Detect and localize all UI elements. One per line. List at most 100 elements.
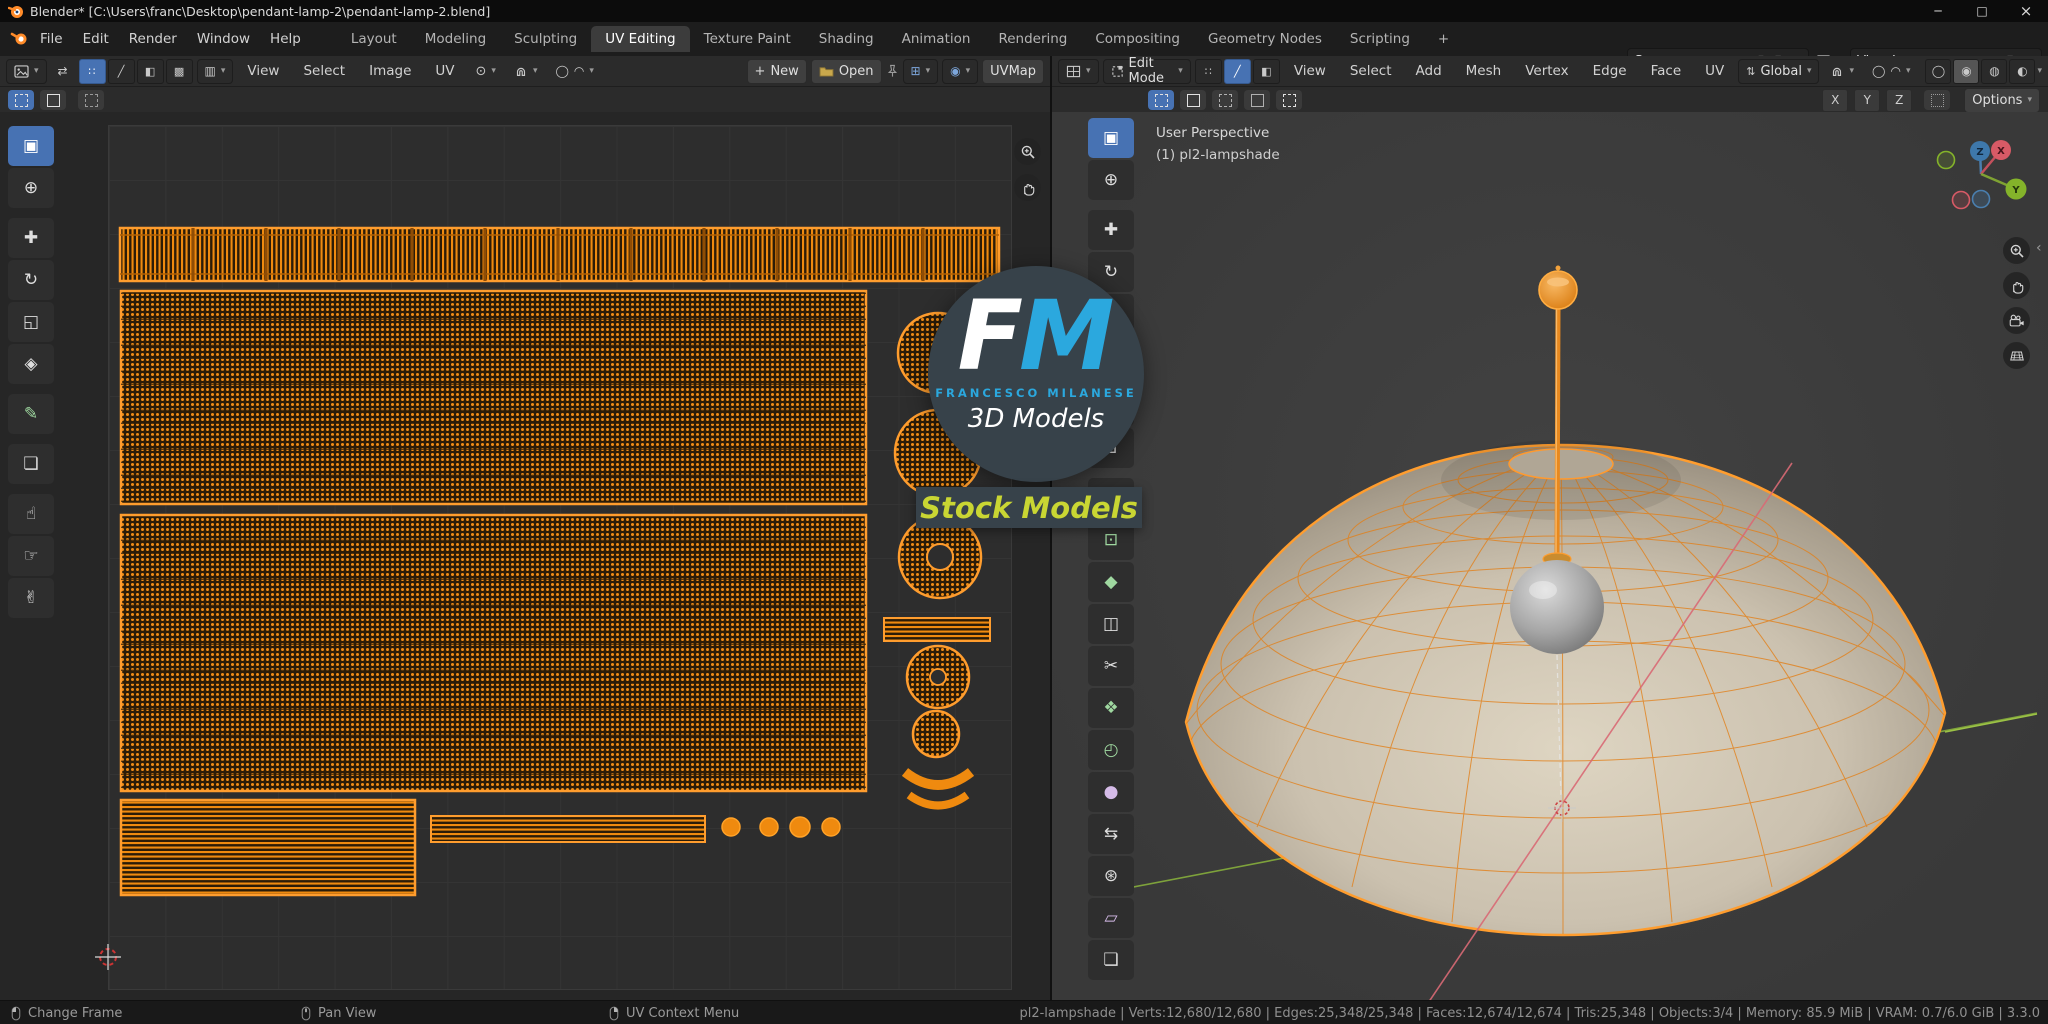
tool-cursor-2d[interactable]: ⊕ — [8, 168, 54, 208]
select-intersect-pill[interactable] — [1276, 90, 1302, 110]
tool-edge-slide[interactable]: ⇆ — [1088, 814, 1134, 854]
uv-island-arcs[interactable] — [905, 772, 971, 806]
tab-shading[interactable]: Shading — [805, 26, 888, 52]
blender-menu-icon[interactable] — [10, 31, 30, 47]
transform-orientation-dropdown[interactable]: ⇅ Global ▾ — [1738, 59, 1819, 84]
mirror-y-button[interactable]: Y — [1854, 89, 1880, 112]
tab-compositing[interactable]: Compositing — [1081, 26, 1194, 52]
axis-neg-z[interactable] — [1973, 191, 1990, 208]
light-bulb[interactable] — [1510, 560, 1604, 654]
mode-dropdown[interactable]: Edit Mode ▾ — [1103, 59, 1191, 84]
tool-spin[interactable]: ◴ — [1088, 730, 1134, 770]
tool-relax[interactable]: ☞ — [8, 536, 54, 576]
close-button[interactable]: × — [2004, 0, 2048, 22]
tool-rip-region[interactable]: ❏ — [1088, 940, 1134, 980]
uv-mode-island[interactable]: ▩ — [166, 59, 193, 84]
uvmap-button[interactable]: UVMap — [982, 59, 1044, 84]
snap-badge[interactable] — [1924, 90, 1950, 110]
vp-grid-ortho-button[interactable] — [2003, 342, 2030, 369]
menu-window[interactable]: Window — [187, 22, 260, 56]
tool-loop-cut[interactable]: ◫ — [1088, 604, 1134, 644]
mesh-mode-face[interactable]: ◧ — [1253, 59, 1280, 84]
pivot-point-button[interactable]: ⊙ ▾ — [469, 60, 503, 83]
mesh-mode-vertex[interactable]: ∷ — [1195, 59, 1222, 84]
tool-shrink-flatten[interactable]: ⊛ — [1088, 856, 1134, 896]
uv-island-bar[interactable] — [884, 618, 990, 641]
snap-button[interactable]: ▾ — [507, 60, 545, 83]
select-subtract-pill[interactable] — [1212, 90, 1238, 110]
axis-neg-x[interactable] — [1953, 192, 1970, 209]
tab-scripting[interactable]: Scripting — [1336, 26, 1424, 52]
editor-type-button[interactable]: ▾ — [1058, 59, 1099, 84]
uv-island-block-3[interactable] — [121, 800, 415, 895]
viewport-content[interactable]: User Perspective (1) pl2-lampshade ▣ ⊕ ✚… — [1052, 112, 2048, 1000]
tab-layout[interactable]: Layout — [337, 26, 411, 52]
tool-poly-build[interactable]: ❖ — [1088, 688, 1134, 728]
sticky-selection-button[interactable]: ▥ ▾ — [197, 59, 234, 84]
uv-active-tool-pill[interactable] — [8, 90, 34, 110]
tool-tweak-select[interactable]: ▣ — [8, 126, 54, 166]
shading-material-icon[interactable]: ◍ — [1981, 59, 2007, 84]
mesh-mode-edge[interactable]: ╱ — [1224, 59, 1251, 84]
shading-solid-icon[interactable]: ◉ — [1953, 59, 1979, 84]
maximize-button[interactable]: □ — [1960, 0, 2004, 22]
tool-transform[interactable]: ◈ — [8, 344, 54, 384]
uv-menu-image[interactable]: Image — [359, 54, 421, 88]
tool-bevel[interactable]: ◆ — [1088, 562, 1134, 602]
uv-island-small-disc[interactable] — [913, 711, 959, 757]
proportional-editing-button[interactable]: ◯ ◠ ▾ — [1865, 60, 1917, 83]
vp-menu-face[interactable]: Face — [1641, 54, 1692, 88]
overlays-dropdown[interactable]: ◉ ▾ — [942, 59, 978, 84]
vp-menu-edge[interactable]: Edge — [1583, 54, 1637, 88]
uv-tool-option-pill[interactable] — [78, 90, 104, 110]
uv-mode-vertex[interactable]: ∷ — [79, 59, 106, 84]
vp-pan-button[interactable] — [2003, 272, 2030, 299]
chevron-down-icon[interactable]: ▾ — [2037, 66, 2042, 76]
tab-animation[interactable]: Animation — [888, 26, 985, 52]
tab-sculpting[interactable]: Sculpting — [500, 26, 591, 52]
tool-move[interactable]: ✚ — [1088, 210, 1134, 250]
select-extend-pill[interactable] — [1180, 90, 1206, 110]
uv-island-dots[interactable] — [722, 817, 840, 837]
uv-pan-button[interactable] — [1014, 174, 1041, 201]
uv-tool-option-pill[interactable] — [40, 90, 66, 110]
navigation-gizmo[interactable]: Z X Y — [1935, 128, 2027, 220]
uv-mode-edge[interactable]: ╱ — [108, 59, 135, 84]
vp-menu-vertex[interactable]: Vertex — [1515, 54, 1578, 88]
tab-texture-paint[interactable]: Texture Paint — [690, 26, 805, 52]
shading-wireframe-icon[interactable]: ◯ — [1925, 59, 1951, 84]
uv-menu-uv[interactable]: UV — [425, 54, 464, 88]
uv-island-thin-strip[interactable] — [431, 816, 705, 842]
vp-menu-add[interactable]: Add — [1406, 54, 1452, 88]
uv-island-ring[interactable] — [899, 516, 981, 598]
tool-annotate[interactable]: ✎ — [8, 394, 54, 434]
vp-camera-view-button[interactable] — [2003, 307, 2030, 334]
new-image-button[interactable]: + New — [747, 59, 807, 84]
mirror-x-button[interactable]: X — [1822, 89, 1848, 112]
pin-icon[interactable] — [886, 64, 899, 78]
tab-modeling[interactable]: Modeling — [411, 26, 500, 52]
tool-rotate[interactable]: ↻ — [8, 260, 54, 300]
shading-rendered-icon[interactable]: ◐ — [2009, 59, 2035, 84]
axis-neg-y[interactable] — [1938, 152, 1955, 169]
uv-island-disc[interactable] — [907, 646, 969, 708]
uv-island-block-1[interactable] — [121, 291, 866, 504]
vp-menu-select[interactable]: Select — [1340, 54, 1402, 88]
snap-button[interactable]: ▾ — [1823, 60, 1861, 83]
uv-island-strip[interactable] — [120, 228, 999, 281]
uv-menu-select[interactable]: Select — [293, 54, 355, 88]
uv-canvas[interactable]: ▣ ⊕ ✚ ↻ ◱ ◈ ✎ ❏ ☝ ☞ ✌ — [0, 112, 1050, 1000]
proportional-editing-button[interactable]: ◯ ◠ ▾ — [548, 60, 600, 83]
tool-scale[interactable]: ◱ — [8, 302, 54, 342]
uv-mode-face[interactable]: ◧ — [137, 59, 164, 84]
lampshade-mesh[interactable] — [1186, 440, 1945, 935]
vp-menu-view[interactable]: View — [1284, 54, 1336, 88]
uv-zoom-button[interactable] — [1014, 138, 1041, 165]
add-workspace-button[interactable]: + — [1424, 26, 1463, 52]
sidebar-collapse-icon[interactable]: ‹ — [2036, 240, 2042, 256]
menu-edit[interactable]: Edit — [73, 22, 119, 56]
uv-sync-selection-icon[interactable]: ⇄ — [51, 60, 75, 83]
minimize-button[interactable]: ─ — [1916, 0, 1960, 22]
gizmos-dropdown[interactable]: ⊞ ▾ — [903, 59, 939, 84]
tool-knife[interactable]: ✂ — [1088, 646, 1134, 686]
